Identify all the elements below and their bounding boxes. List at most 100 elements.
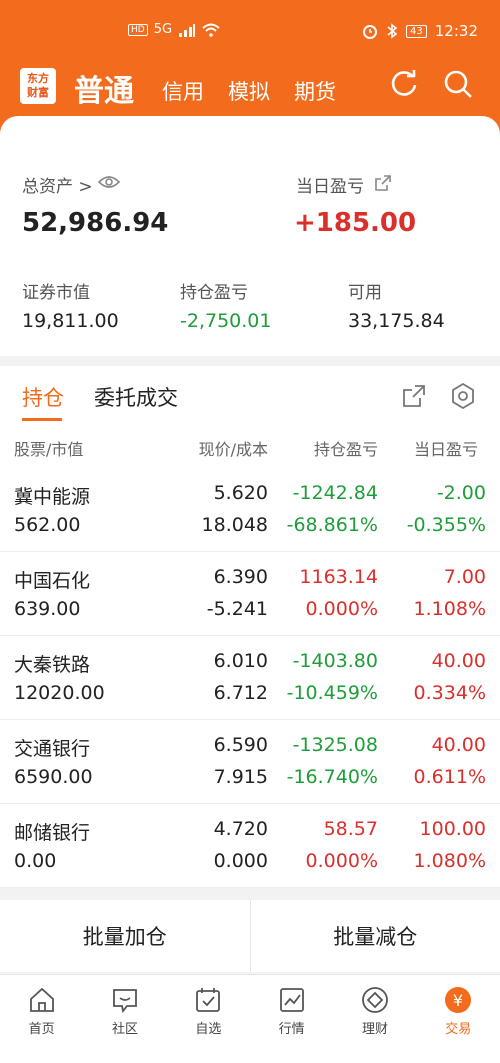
cost-price: 7.915 (213, 766, 268, 788)
logo-line-1: 东方 (27, 72, 49, 85)
market-value: 0.00 (14, 850, 57, 872)
daily-pl: 7.00 (443, 566, 486, 588)
total-assets-value: 52,986.94 (22, 208, 169, 238)
nav-community[interactable]: 社区 (83, 975, 166, 1044)
available-label: 可用 (348, 283, 382, 303)
batch-reduce-button[interactable]: 批量减仓 (251, 900, 500, 972)
holding-pl-percent: -68.861% (286, 514, 378, 536)
table-row[interactable]: 大秦铁路 12020.00 6.010 6.712 -1403.80 -10.459% 40… (0, 636, 500, 720)
cost-price: 0.000 (213, 850, 268, 872)
battery-level: 43 (406, 24, 427, 38)
table-row[interactable]: 交通银行 6590.00 6.590 7.915 -1325.08 -16.740% 40.… (0, 720, 500, 804)
daily-pl-value: +185.00 (294, 208, 417, 238)
alarm-icon (363, 25, 378, 39)
market-value-label: 证券市值 (22, 283, 90, 303)
tab-holdings[interactable]: 持仓 (22, 382, 64, 412)
stock-name: 邮储银行 (14, 822, 91, 844)
cost-price: 6.712 (213, 682, 268, 704)
current-price: 4.720 (213, 818, 268, 840)
current-price: 6.390 (213, 566, 268, 588)
stock-name: 交通银行 (14, 738, 91, 760)
holding-pl-percent: -16.740% (286, 766, 378, 788)
holding-pl: -1242.84 (292, 482, 378, 504)
hd-badge: HD (128, 23, 148, 36)
current-price: 6.590 (213, 734, 268, 756)
holdings-table: 冀中能源 562.00 5.620 18.048 -1242.84 -68.861% -2.… (0, 468, 500, 888)
chart-icon (279, 988, 304, 1012)
eye-icon[interactable] (98, 174, 120, 190)
watchlist-icon (196, 988, 221, 1012)
active-tab-underline (22, 418, 62, 421)
tab-credit[interactable]: 信用 (162, 76, 204, 106)
header-curve (0, 116, 500, 146)
market-value: 562.00 (14, 514, 81, 536)
app-logo: 东方 财富 (20, 68, 56, 104)
home-icon (29, 987, 54, 1012)
network-label: 5G (153, 22, 173, 37)
daily-pl-percent: -0.355% (406, 514, 486, 536)
daily-pl: 40.00 (431, 650, 486, 672)
logo-line-2: 财富 (27, 86, 49, 99)
current-price: 5.620 (213, 482, 268, 504)
daily-pl: -2.00 (436, 482, 486, 504)
total-assets-label[interactable]: 总资产 > (22, 172, 93, 197)
asset-summary: 总资产 > 52,986.94 当日盈亏 +185.00 证券市值 19,811… (0, 146, 500, 356)
holding-pl-percent: -10.459% (286, 682, 378, 704)
market-value: 6590.00 (14, 766, 93, 788)
daily-pl-percent: 1.108% (413, 598, 486, 620)
chat-icon (113, 989, 137, 1014)
col-stock: 股票/市值 (14, 440, 84, 459)
status-right: 43 12:32 (362, 22, 478, 40)
wifi-icon (202, 23, 220, 37)
market-value: 12020.00 (14, 682, 105, 704)
cost-price: 18.048 (201, 514, 268, 536)
app-header: 东方 财富 普通 信用 模拟 期货 (0, 60, 500, 116)
nav-watchlist[interactable]: 自选 (167, 975, 250, 1044)
holding-pl: 58.57 (323, 818, 378, 840)
bottom-nav: 首页 社区 自选 行情 理财 ¥ 交易 (0, 974, 500, 1044)
tab-futures[interactable]: 期货 (294, 76, 336, 106)
chevron-right-icon: > (78, 177, 93, 197)
stock-name: 大秦铁路 (14, 654, 91, 676)
table-row[interactable]: 冀中能源 562.00 5.620 18.048 -1242.84 -68.861% -2.… (0, 468, 500, 552)
svg-text:¥: ¥ (453, 991, 463, 1010)
stock-name: 中国石化 (14, 570, 91, 592)
system-nav-bar (0, 1044, 500, 1063)
position-tabs: 持仓 委托成交 (0, 366, 500, 424)
share-icon[interactable] (374, 174, 392, 192)
nav-wealth[interactable]: 理财 (333, 975, 416, 1044)
diamond-icon (362, 987, 388, 1013)
available-value: 33,175.84 (348, 310, 445, 332)
bluetooth-icon (387, 23, 398, 39)
daily-pl-percent: 0.334% (413, 682, 486, 704)
holding-pl: 1163.14 (299, 566, 378, 588)
search-icon[interactable] (442, 68, 474, 100)
cost-price: -5.241 (206, 598, 268, 620)
holding-pl-percent: 0.000% (305, 598, 378, 620)
holding-pl-value: -2,750.01 (180, 310, 272, 332)
col-holding-pl: 持仓盈亏 (313, 440, 378, 459)
batch-add-button[interactable]: 批量加仓 (0, 900, 250, 972)
nav-trade[interactable]: ¥ 交易 (417, 975, 500, 1044)
export-icon[interactable] (402, 384, 426, 408)
holding-pl-percent: 0.000% (305, 850, 378, 872)
refresh-icon[interactable] (388, 68, 420, 100)
col-price: 现价/成本 (198, 440, 268, 459)
table-row[interactable]: 中国石化 639.00 6.390 -5.241 1163.14 0.000% 7.00 1.… (0, 552, 500, 636)
table-row[interactable]: 邮储银行 0.00 4.720 0.000 58.57 0.000% 100.00 1.080… (0, 804, 500, 888)
nav-market[interactable]: 行情 (250, 975, 333, 1044)
tab-normal[interactable]: 普通 (74, 66, 134, 110)
market-value: 19,811.00 (22, 310, 119, 332)
clock: 12:32 (434, 22, 478, 40)
daily-pl: 100.00 (419, 818, 486, 840)
batch-actions: 批量加仓 批量减仓 (0, 900, 500, 972)
status-left: HD 5G (128, 22, 220, 37)
tab-orders[interactable]: 委托成交 (94, 382, 178, 412)
gear-icon[interactable] (450, 383, 476, 409)
current-price: 6.010 (213, 650, 268, 672)
tab-simulate[interactable]: 模拟 (228, 76, 270, 106)
holding-pl: -1325.08 (292, 734, 378, 756)
signal-icon (179, 23, 196, 37)
stock-name: 冀中能源 (14, 486, 91, 508)
nav-home[interactable]: 首页 (0, 975, 83, 1044)
